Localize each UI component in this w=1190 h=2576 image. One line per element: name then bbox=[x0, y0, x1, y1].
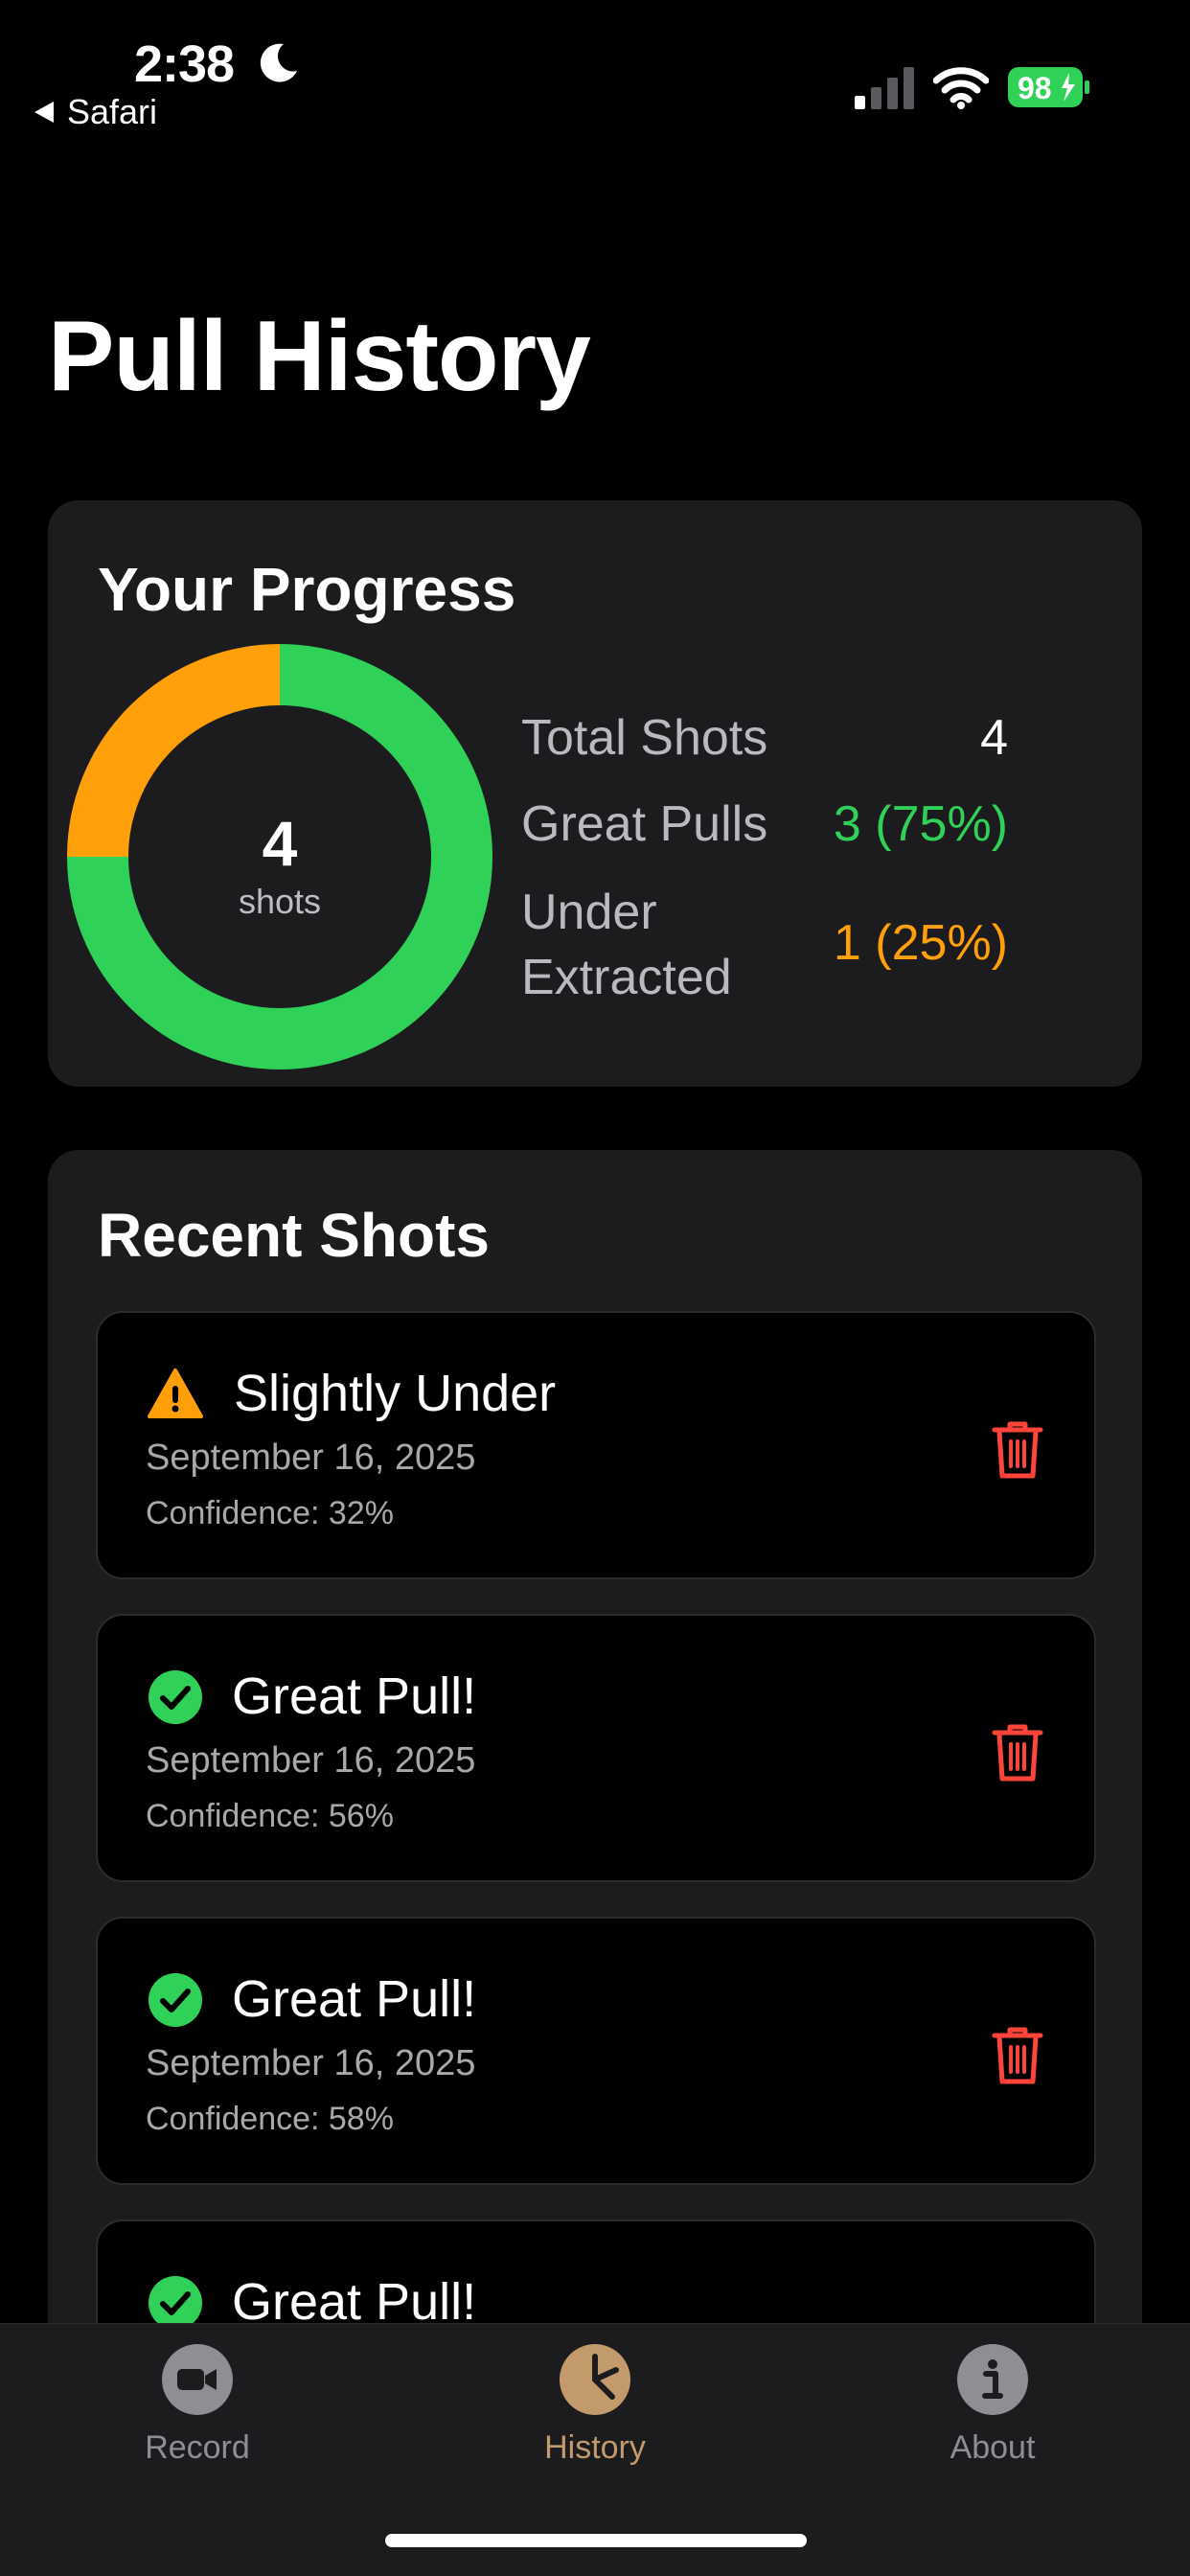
info-icon bbox=[957, 2344, 1028, 2415]
cellular-signal-icon bbox=[855, 67, 914, 109]
shot-date: September 16, 2025 bbox=[146, 1740, 476, 1781]
shot-confidence: Confidence: 56% bbox=[146, 1798, 394, 1834]
stat-label-under-extracted-line2: Extracted bbox=[521, 950, 732, 1005]
back-arrow-icon bbox=[34, 102, 54, 123]
moon-icon bbox=[260, 43, 297, 82]
shot-row[interactable]: Great Pull! September 16, 2025 Confidenc… bbox=[96, 1917, 1096, 2185]
trash-icon[interactable] bbox=[991, 1721, 1044, 1782]
home-indicator[interactable] bbox=[385, 2534, 807, 2547]
video-camera-icon bbox=[162, 2344, 233, 2415]
check-circle-icon bbox=[149, 1973, 202, 2027]
screen: 2:38 Safari 98 Pull History Your Progres… bbox=[0, 0, 1190, 2576]
stat-value-great-pulls: 3 (75%) bbox=[833, 796, 1008, 852]
tab-about[interactable]: About bbox=[878, 2343, 1108, 2467]
trash-icon[interactable] bbox=[991, 2024, 1044, 2085]
battery-level: 98 bbox=[1018, 71, 1052, 105]
tab-record[interactable]: Record bbox=[82, 2343, 312, 2467]
tab-label: About bbox=[950, 2429, 1036, 2466]
stat-value-under-extracted: 1 (25%) bbox=[833, 915, 1008, 971]
shot-row[interactable]: Slightly Under September 16, 2025 Confid… bbox=[96, 1311, 1096, 1579]
stat-label-great-pulls: Great Pulls bbox=[521, 796, 768, 852]
progress-title: Your Progress bbox=[98, 555, 516, 624]
page-title: Pull History bbox=[48, 301, 591, 412]
back-to-safari-link[interactable]: Safari bbox=[34, 92, 157, 132]
tab-label: Record bbox=[145, 2429, 250, 2466]
check-circle-icon bbox=[149, 1670, 202, 1724]
shot-row[interactable]: Great Pull! September 16, 2025 Confidenc… bbox=[96, 1614, 1096, 1882]
donut-unit-label: shots bbox=[238, 882, 322, 921]
trash-icon[interactable] bbox=[991, 1418, 1044, 1480]
tab-label: History bbox=[544, 2429, 646, 2466]
wifi-icon bbox=[933, 67, 989, 109]
battery-icon: 98 bbox=[1008, 67, 1089, 107]
shot-title: Great Pull! bbox=[232, 1668, 477, 1725]
stat-label-total-shots: Total Shots bbox=[521, 710, 768, 766]
stat-value-total-shots: 4 bbox=[980, 710, 1008, 766]
pie-chart-icon bbox=[560, 2344, 630, 2415]
shot-date: September 16, 2025 bbox=[146, 1438, 476, 1478]
back-label: Safari bbox=[67, 92, 158, 131]
shot-confidence: Confidence: 58% bbox=[146, 2101, 394, 2137]
shot-title: Great Pull! bbox=[232, 1970, 477, 2028]
shot-title: Slightly Under bbox=[234, 1365, 557, 1422]
shot-date: September 16, 2025 bbox=[146, 2043, 476, 2083]
stat-label-under-extracted-line1: Under bbox=[521, 885, 657, 940]
progress-card: Your Progress 4 shots Total Shots 4 Grea… bbox=[48, 500, 1142, 1087]
shot-confidence: Confidence: 32% bbox=[146, 1495, 394, 1531]
warning-triangle-icon bbox=[148, 1368, 203, 1418]
donut-shot-count: 4 bbox=[262, 808, 298, 879]
status-bar: 2:38 Safari 98 bbox=[0, 0, 1190, 134]
status-time: 2:38 bbox=[134, 35, 235, 93]
recent-shots-title: Recent Shots bbox=[98, 1201, 490, 1270]
tab-history[interactable]: History bbox=[480, 2343, 710, 2467]
